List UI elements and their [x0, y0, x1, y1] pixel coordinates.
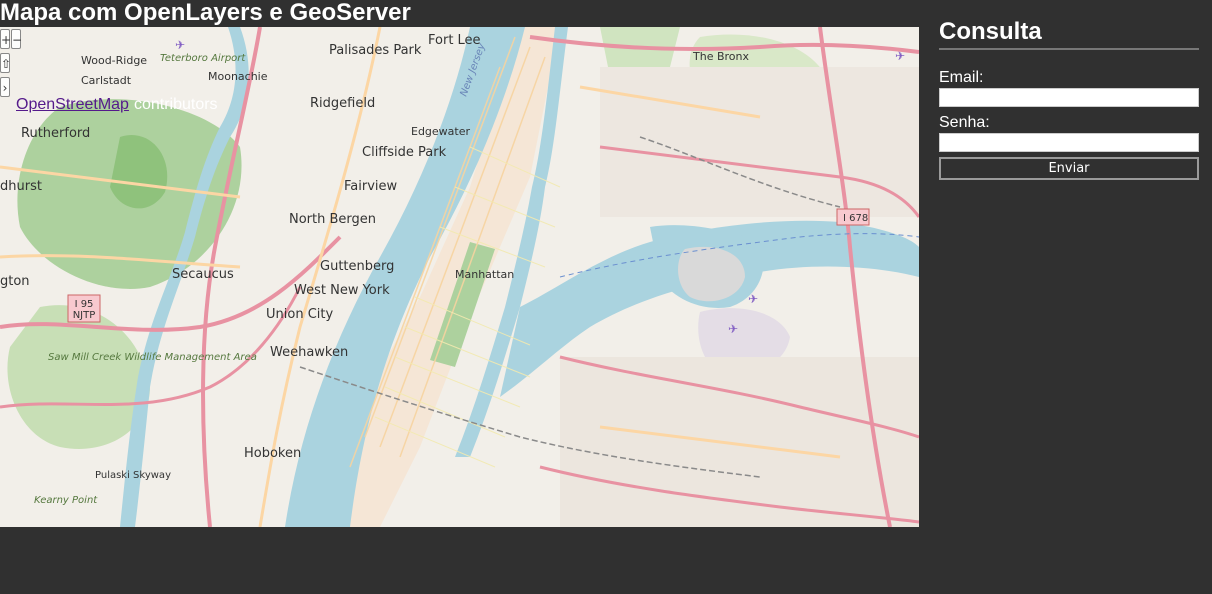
label-pulaski-skyway: Pulaski Skyway [95, 470, 171, 481]
label-cliffside-park: Cliffside Park [362, 145, 447, 160]
svg-text:✈: ✈ [175, 38, 185, 52]
email-label: Email: [939, 69, 984, 86]
label-west-new-york: West New York [294, 283, 390, 298]
shield-njtp-label: NJTP [73, 310, 96, 321]
svg-text:✈: ✈ [895, 49, 905, 63]
label-the-bronx: The Bronx [692, 50, 749, 63]
openstreetmap-link[interactable]: OpenStreetMap [16, 96, 129, 113]
query-panel: Consulta Email: Senha: Enviar [939, 18, 1199, 180]
label-weehawken: Weehawken [270, 345, 348, 360]
attribution-toggle-button[interactable]: › [0, 77, 10, 97]
email-field[interactable] [939, 88, 1199, 107]
shield-i678-label: I 678 [843, 213, 868, 224]
label-guttenberg: Guttenberg [320, 259, 394, 274]
label-north-bergen: North Bergen [289, 212, 376, 227]
label-rutherford: Rutherford [21, 126, 90, 141]
password-label: Senha: [939, 114, 990, 131]
label-teterboro-airport: Teterboro Airport [160, 53, 246, 64]
map-attribution: OpenStreetMap contributors [16, 96, 218, 114]
label-union-city: Union City [266, 307, 333, 322]
label-manhattan: Manhattan [455, 268, 514, 281]
shield-i678: I 678 [836, 208, 870, 226]
label-dhurst: dhurst [0, 179, 42, 194]
label-gton: gton [0, 274, 30, 289]
shield-i95: I 95 NJTP [67, 294, 101, 323]
label-kearny-point: Kearny Point [34, 495, 98, 506]
svg-text:✈: ✈ [728, 322, 738, 336]
query-panel-title: Consulta [939, 18, 1199, 50]
label-fort-lee: Fort Lee [428, 33, 481, 48]
zoom-in-button[interactable]: + [0, 29, 11, 49]
label-palisades-park: Palisades Park [329, 43, 422, 58]
label-wood-ridge: Wood-Ridge [81, 54, 147, 67]
reset-rotation-button[interactable]: ⇧ [0, 53, 11, 73]
attribution-contributors-text: contributors [133, 96, 218, 113]
label-edgewater: Edgewater [411, 125, 471, 138]
page-title: Mapa com OpenLayers e GeoServer [0, 0, 411, 26]
label-carlstadt: Carlstadt [81, 74, 132, 87]
shield-i95-label: I 95 [75, 299, 94, 310]
submit-button[interactable]: Enviar [939, 157, 1199, 180]
label-saw-mill: Saw Mill Creek Wildlife Management Area [48, 352, 257, 363]
label-hoboken: Hoboken [244, 446, 301, 461]
label-fairview: Fairview [344, 179, 398, 194]
svg-text:✈: ✈ [748, 292, 758, 306]
label-secaucus: Secaucus [172, 267, 234, 282]
map-viewport[interactable]: ✈ ✈ ✈ ✈ Fort Lee Palisades Park Wood-Rid… [0, 27, 919, 527]
label-moonachie: Moonachie [208, 70, 268, 83]
password-field[interactable] [939, 133, 1199, 152]
zoom-control: + − [0, 29, 22, 49]
zoom-out-button[interactable]: − [11, 29, 22, 49]
label-ridgefield: Ridgefield [310, 96, 375, 111]
